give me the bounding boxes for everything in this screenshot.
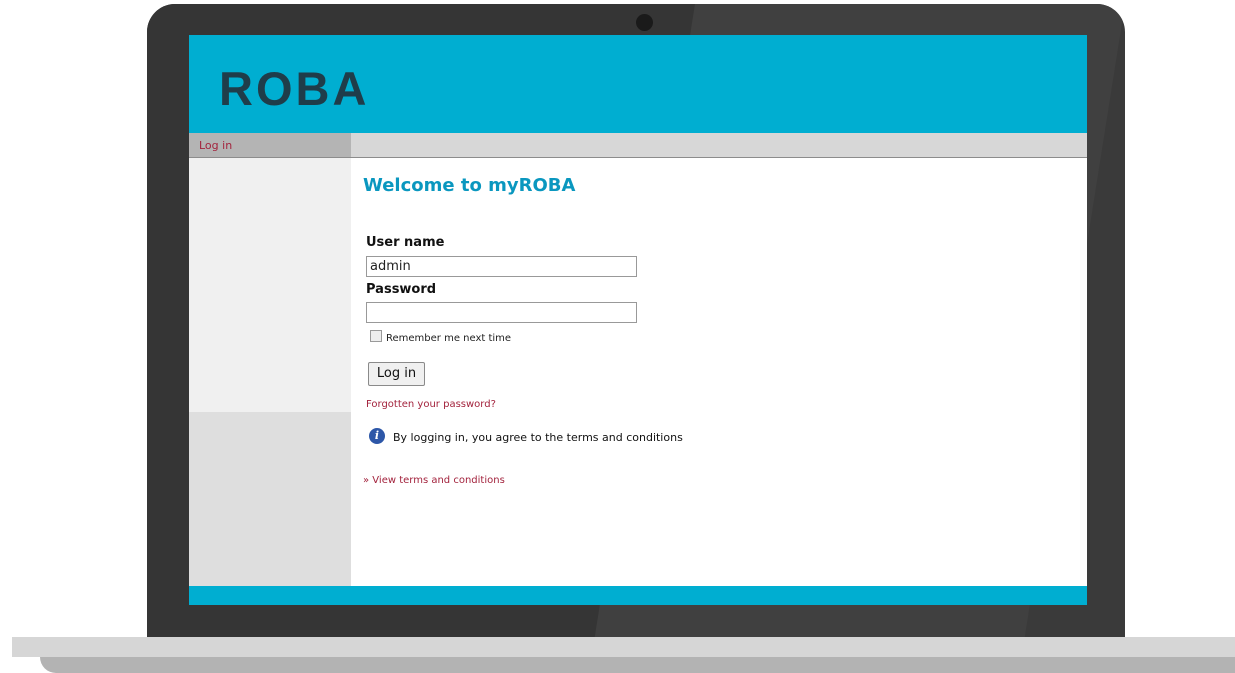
roba-logo[interactable]: ROBA [219, 65, 369, 112]
forgot-password-link[interactable]: Forgotten your password? [366, 399, 496, 410]
remember-me-checkbox[interactable] [370, 330, 382, 342]
password-field[interactable] [366, 302, 637, 323]
password-label: Password [366, 282, 437, 297]
terms-agreement-text: By logging in, you agree to the terms an… [393, 431, 683, 444]
laptop-base-bottom [40, 657, 1235, 673]
sidebar-lower [189, 412, 351, 586]
view-terms-link[interactable]: » View terms and conditions [363, 475, 505, 486]
username-label: User name [366, 235, 445, 250]
username-field[interactable]: admin [366, 256, 637, 277]
page-title: Welcome to myROBA [363, 175, 576, 196]
laptop-screen: ROBA Log in Welcome to myROBA User name … [189, 35, 1087, 605]
page-footer [189, 586, 1087, 605]
login-button[interactable]: Log in [368, 362, 425, 386]
laptop-base-top [12, 637, 1235, 657]
nav-item-login-label[interactable]: Log in [199, 139, 232, 152]
page-header: ROBA [189, 35, 1087, 133]
sidebar-upper [189, 158, 351, 412]
nav-item-login[interactable]: Log in [189, 133, 351, 157]
remember-me-label[interactable]: Remember me next time [386, 333, 511, 344]
laptop-base [12, 637, 1235, 673]
info-icon: i [369, 428, 385, 444]
nav-bar: Log in [189, 133, 1087, 158]
webcam-icon [636, 14, 653, 31]
